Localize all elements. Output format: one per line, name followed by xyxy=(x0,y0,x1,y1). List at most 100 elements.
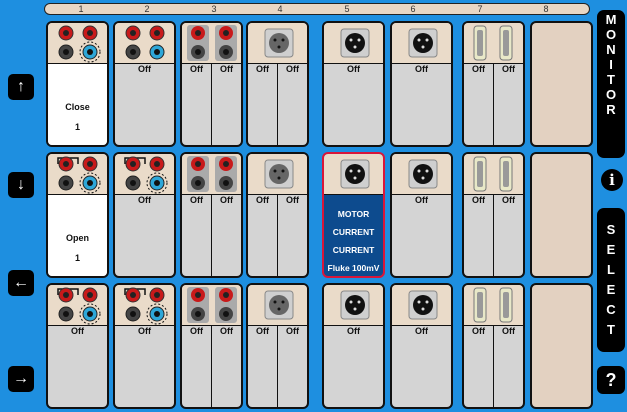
slot-status-area: Open 1 xyxy=(48,195,107,276)
off-label: Off xyxy=(415,326,428,336)
connector-panel xyxy=(48,285,107,326)
slot-r3-c1[interactable]: Off xyxy=(46,283,109,409)
divider xyxy=(277,64,278,145)
banana-jacks-icon xyxy=(187,287,237,323)
banana-jacks-icon xyxy=(187,156,237,192)
off-label: Off xyxy=(256,64,269,74)
slot-status-area: Off xyxy=(115,64,174,145)
slot-r1-c4[interactable]: Off Off xyxy=(246,21,309,147)
banana-jacks-icon xyxy=(124,156,168,194)
select-letter: C xyxy=(606,302,616,317)
off-label: Off xyxy=(256,195,269,205)
info-icon[interactable]: i xyxy=(601,169,623,191)
slot-r2-c1[interactable]: Open 1 xyxy=(46,152,109,278)
xlr-female-icon xyxy=(264,290,294,320)
monitor-button[interactable]: M O N I T O R xyxy=(597,10,625,158)
slot-r2-c4[interactable]: Off Off xyxy=(246,152,309,278)
connector-panel xyxy=(392,154,451,195)
slot-r2-c6[interactable]: Off xyxy=(390,152,453,278)
banana-jacks-icon xyxy=(57,287,101,325)
slot-r1-c3[interactable]: Off Off xyxy=(180,21,243,147)
divider xyxy=(493,64,494,145)
connector-panel xyxy=(464,285,523,326)
off-label: Off xyxy=(502,195,515,205)
slot-r2-c2[interactable]: Off xyxy=(113,152,176,278)
slot-status-area: Off Off xyxy=(182,326,241,407)
dsub-connector-icon xyxy=(473,287,513,323)
xlr-female-icon xyxy=(264,159,294,189)
slot-r3-c7[interactable]: Off Off xyxy=(462,283,525,409)
connector-panel xyxy=(392,23,451,64)
xlr-male-icon xyxy=(408,28,438,58)
connector-panel xyxy=(324,285,383,326)
nav-down-button[interactable]: ↓ xyxy=(8,172,34,198)
relay-state: Close xyxy=(65,102,90,112)
off-label: Off xyxy=(415,64,428,74)
slot-status-area: Off Off xyxy=(464,64,523,145)
connector-panel xyxy=(248,154,307,195)
monitor-letter: N xyxy=(606,42,616,57)
slot-status-area: Off Off xyxy=(248,326,307,407)
slot-r1-c8[interactable] xyxy=(530,21,593,147)
slot-r3-c3[interactable]: Off Off xyxy=(180,283,243,409)
slot-r1-c1[interactable]: Close 1 xyxy=(46,21,109,147)
connector-panel xyxy=(464,154,523,195)
off-label: Off xyxy=(286,64,299,74)
column-number: 4 xyxy=(277,4,283,14)
nav-up-button[interactable]: ↑ xyxy=(8,74,34,100)
slot-status-area: Off Off xyxy=(464,326,523,407)
xlr-male-icon xyxy=(340,159,370,189)
off-label: Off xyxy=(138,195,151,205)
connector-panel xyxy=(115,154,174,195)
column-number: 8 xyxy=(543,4,549,14)
help-button[interactable]: ? xyxy=(597,366,625,394)
select-button[interactable]: S E L E C T xyxy=(597,208,625,352)
slot-r3-c4[interactable]: Off Off xyxy=(246,283,309,409)
xlr-male-icon xyxy=(408,290,438,320)
slot-status-area: Off xyxy=(48,326,107,407)
column-number: 7 xyxy=(477,4,483,14)
slot-r1-c2[interactable]: Off xyxy=(113,21,176,147)
off-label: Off xyxy=(472,64,485,74)
slot-r1-c6[interactable]: Off xyxy=(390,21,453,147)
off-label: Off xyxy=(347,326,360,336)
xlr-female-icon xyxy=(264,28,294,58)
off-label: Off xyxy=(256,326,269,336)
slot-r2-c8[interactable] xyxy=(530,152,593,278)
slot-status-area: Off xyxy=(392,195,451,276)
slot-r2-c5-selected[interactable]: MOTOR CURRENT CURRENT Fluke 100mV xyxy=(322,152,385,278)
select-letter: T xyxy=(607,322,615,337)
nav-right-button[interactable]: → xyxy=(8,366,34,392)
connector-panel xyxy=(115,285,174,326)
slot-r3-c5[interactable]: Off xyxy=(322,283,385,409)
banana-jacks-icon xyxy=(125,25,165,60)
divider xyxy=(493,195,494,276)
xlr-male-icon xyxy=(408,159,438,189)
slot-r2-c3[interactable]: Off Off xyxy=(180,152,243,278)
off-label: Off xyxy=(190,64,203,74)
slot-r3-c8[interactable] xyxy=(530,283,593,409)
monitor-letter: O xyxy=(605,87,617,102)
connector-panel xyxy=(182,154,241,195)
slot-status-area: Off xyxy=(115,195,174,276)
relay-number: 1 xyxy=(74,122,80,132)
off-label: Off xyxy=(502,326,515,336)
select-letter: S xyxy=(606,222,616,237)
slot-r1-c7[interactable]: Off Off xyxy=(462,21,525,147)
slot-status-area: Off Off xyxy=(182,64,241,145)
slot-r3-c2[interactable]: Off xyxy=(113,283,176,409)
connector-panel xyxy=(248,23,307,64)
monitor-letter: M xyxy=(605,12,617,27)
signal-label: CURRENT xyxy=(332,227,375,237)
dsub-connector-icon xyxy=(473,156,513,192)
off-label: Off xyxy=(138,326,151,336)
slot-r2-c7[interactable]: Off Off xyxy=(462,152,525,278)
connector-panel xyxy=(115,23,174,64)
slot-r3-c6[interactable]: Off xyxy=(390,283,453,409)
slot-r1-c5[interactable]: Off xyxy=(322,21,385,147)
relay-number: 1 xyxy=(74,253,80,263)
off-label: Off xyxy=(502,64,515,74)
off-label: Off xyxy=(472,326,485,336)
column-header-bar: 1 2 3 4 5 6 7 8 xyxy=(44,3,590,15)
nav-left-button[interactable]: ← xyxy=(8,270,34,296)
